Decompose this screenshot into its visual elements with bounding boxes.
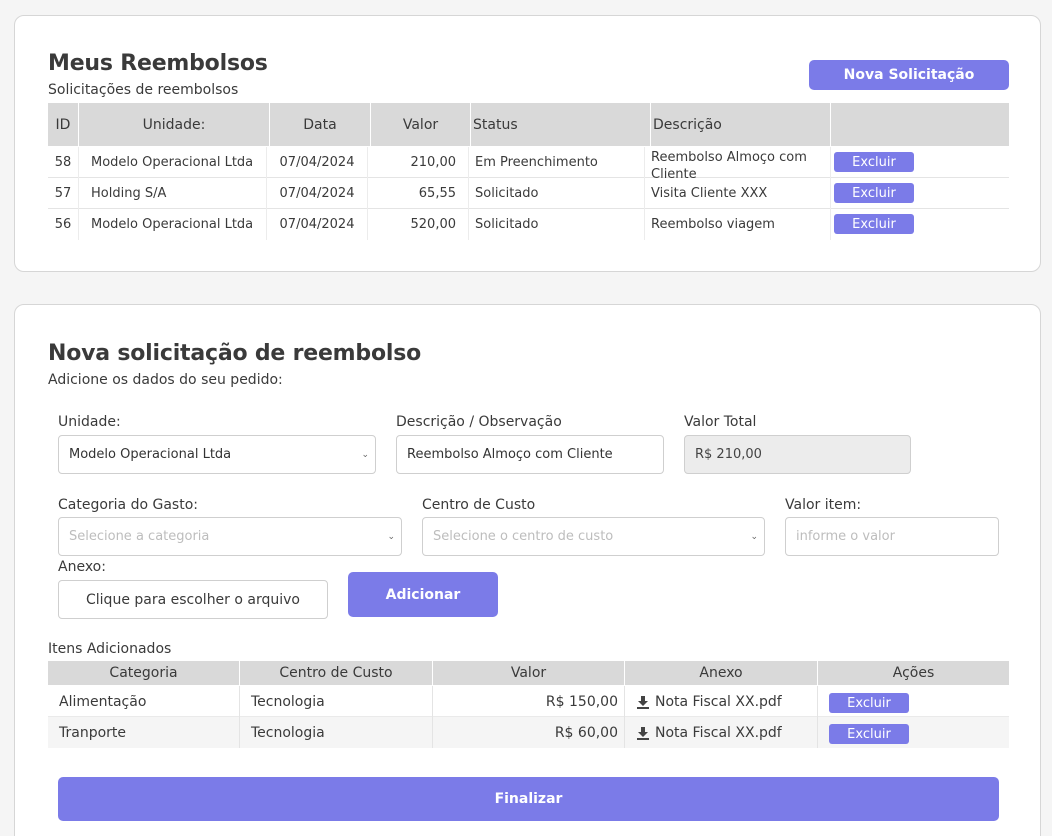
row-id: 58 bbox=[48, 147, 79, 178]
attachment-filename: Nota Fiscal XX.pdf bbox=[655, 724, 782, 741]
col-category: Categoria bbox=[48, 661, 240, 685]
row-value: 210,00 bbox=[368, 147, 469, 178]
reimbursements-card: Meus Reembolsos Solicitações de reembols… bbox=[14, 15, 1041, 272]
total-label: Valor Total bbox=[684, 414, 757, 430]
item-cost-center: Tecnologia bbox=[240, 686, 433, 717]
reimbursements-title: Meus Reembolsos bbox=[48, 51, 268, 76]
item-value-input[interactable]: informe o valor bbox=[785, 517, 999, 556]
row-description: Visita Cliente XXX bbox=[645, 178, 831, 209]
row-id: 57 bbox=[48, 178, 79, 209]
items-table-header: Categoria Centro de Custo Valor Anexo Aç… bbox=[48, 661, 1009, 685]
cost-center-placeholder: Selecione o centro de custo bbox=[433, 529, 614, 544]
row-status: Em Preenchimento bbox=[469, 147, 645, 178]
delete-button[interactable]: Excluir bbox=[834, 152, 914, 172]
delete-item-button[interactable]: Excluir bbox=[829, 693, 909, 713]
chevron-down-icon: ⌄ bbox=[750, 531, 758, 542]
col-value: Valor bbox=[371, 103, 471, 146]
row-date: 07/04/2024 bbox=[267, 178, 368, 209]
col-status: Status bbox=[471, 103, 651, 146]
item-value: R$ 60,00 bbox=[433, 717, 625, 748]
category-select[interactable]: Selecione a categoria ⌄ bbox=[58, 517, 402, 556]
item-cost-center: Tecnologia bbox=[240, 717, 433, 748]
item-value: R$ 150,00 bbox=[433, 686, 625, 717]
col-unit: Unidade: bbox=[79, 103, 270, 146]
description-label: Descrição / Observação bbox=[396, 414, 562, 430]
col-description: Descrição bbox=[651, 103, 831, 146]
unit-select[interactable]: Modelo Operacional Ltda ⌄ bbox=[58, 435, 376, 474]
description-input[interactable]: Reembolso Almoço com Cliente bbox=[396, 435, 664, 474]
attachment-filename: Nota Fiscal XX.pdf bbox=[655, 693, 782, 710]
row-value: 520,00 bbox=[368, 209, 469, 240]
col-value: Valor bbox=[433, 661, 625, 685]
col-attachment: Anexo bbox=[625, 661, 818, 685]
row-unit: Modelo Operacional Ltda bbox=[79, 209, 267, 240]
form-title: Nova solicitação de reembolso bbox=[48, 341, 422, 366]
col-id: ID bbox=[48, 103, 79, 146]
reimbursements-subtitle: Solicitações de reembolsos bbox=[48, 82, 239, 98]
delete-button[interactable]: Excluir bbox=[834, 183, 914, 203]
table-row: 58 Modelo Operacional Ltda 07/04/2024 21… bbox=[48, 147, 1009, 178]
cost-center-label: Centro de Custo bbox=[422, 497, 536, 513]
col-date: Data bbox=[270, 103, 371, 146]
unit-label: Unidade: bbox=[58, 414, 121, 430]
item-category: Tranporte bbox=[48, 717, 240, 748]
new-request-card: Nova solicitação de reembolso Adicione o… bbox=[14, 304, 1041, 836]
download-icon bbox=[637, 695, 649, 709]
row-date: 07/04/2024 bbox=[267, 147, 368, 178]
row-value: 65,55 bbox=[368, 178, 469, 209]
reimbursements-table-header: ID Unidade: Data Valor Status Descrição bbox=[48, 103, 1009, 146]
row-description: Reembolso viagem bbox=[645, 209, 831, 240]
category-placeholder: Selecione a categoria bbox=[69, 529, 210, 544]
col-cost-center: Centro de Custo bbox=[240, 661, 433, 685]
row-status: Solicitado bbox=[469, 178, 645, 209]
table-row: Tranporte Tecnologia R$ 60,00 Nota Fisca… bbox=[48, 717, 1009, 748]
row-unit: Holding S/A bbox=[79, 178, 267, 209]
unit-select-value: Modelo Operacional Ltda bbox=[69, 447, 232, 462]
delete-button[interactable]: Excluir bbox=[834, 214, 914, 234]
attachment-label: Anexo: bbox=[58, 559, 106, 575]
table-row: Alimentação Tecnologia R$ 150,00 Nota Fi… bbox=[48, 686, 1009, 717]
table-row: 56 Modelo Operacional Ltda 07/04/2024 52… bbox=[48, 209, 1009, 240]
col-actions bbox=[831, 103, 1009, 146]
add-item-button[interactable]: Adicionar bbox=[348, 572, 498, 617]
row-description: Reembolso Almoço com Cliente bbox=[645, 147, 831, 178]
row-unit: Modelo Operacional Ltda bbox=[79, 147, 267, 178]
table-row: 57 Holding S/A 07/04/2024 65,55 Solicita… bbox=[48, 178, 1009, 209]
items-title: Itens Adicionados bbox=[48, 641, 172, 657]
row-status: Solicitado bbox=[469, 209, 645, 240]
finish-button[interactable]: Finalizar bbox=[58, 777, 999, 821]
chevron-down-icon: ⌄ bbox=[361, 449, 369, 460]
item-category: Alimentação bbox=[48, 686, 240, 717]
item-attachment[interactable]: Nota Fiscal XX.pdf bbox=[625, 686, 818, 717]
category-label: Categoria do Gasto: bbox=[58, 497, 198, 513]
delete-item-button[interactable]: Excluir bbox=[829, 724, 909, 744]
row-date: 07/04/2024 bbox=[267, 209, 368, 240]
total-field: R$ 210,00 bbox=[684, 435, 911, 474]
new-request-button[interactable]: Nova Solicitação bbox=[809, 60, 1009, 90]
cost-center-select[interactable]: Selecione o centro de custo ⌄ bbox=[422, 517, 765, 556]
row-id: 56 bbox=[48, 209, 79, 240]
item-value-label: Valor item: bbox=[785, 497, 862, 513]
download-icon bbox=[637, 726, 649, 740]
item-attachment[interactable]: Nota Fiscal XX.pdf bbox=[625, 717, 818, 748]
attachment-file-button[interactable]: Clique para escolher o arquivo bbox=[58, 580, 328, 619]
form-subtitle: Adicione os dados do seu pedido: bbox=[48, 372, 283, 388]
col-actions: Ações bbox=[892, 665, 935, 681]
chevron-down-icon: ⌄ bbox=[387, 531, 395, 542]
